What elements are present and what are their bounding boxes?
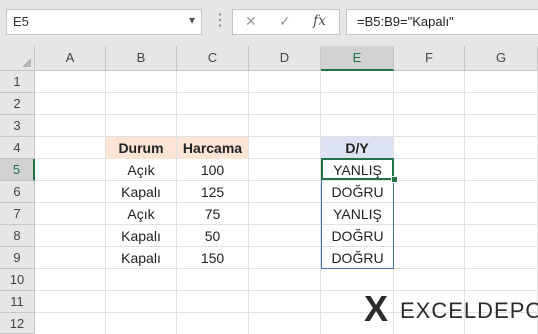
cell-e4-dy-header[interactable]: D/Y <box>321 137 393 159</box>
gridline <box>35 92 538 93</box>
formula-buttons: ✕ ✓ fx <box>232 9 340 35</box>
cell-b7[interactable]: Açık <box>106 203 176 225</box>
row-header-10[interactable]: 10 <box>0 269 35 291</box>
row-header-11[interactable]: 11 <box>0 291 35 313</box>
enter-icon[interactable]: ✓ <box>279 13 291 30</box>
logo-text: EXCELDEPO <box>400 298 538 323</box>
select-all-button[interactable] <box>0 46 35 71</box>
more-options-icon[interactable]: ⋮ <box>212 10 228 30</box>
cell-c4-harcama-header[interactable]: Harcama <box>177 137 248 159</box>
chevron-down-icon[interactable]: ▾ <box>189 13 195 27</box>
cell-c7[interactable]: 75 <box>177 203 248 225</box>
row-header-5[interactable]: 5 <box>0 159 35 181</box>
cell-c6[interactable]: 125 <box>177 181 248 203</box>
column-header-c[interactable]: C <box>177 46 249 71</box>
formula-text: =B5:B9="Kapalı" <box>357 14 454 29</box>
row-header-12[interactable]: 12 <box>0 313 35 334</box>
gridline <box>35 114 538 115</box>
column-header-f[interactable]: F <box>394 46 465 71</box>
cancel-icon[interactable]: ✕ <box>245 13 257 30</box>
row-header-6[interactable]: 6 <box>0 181 35 203</box>
cell-b9[interactable]: Kapalı <box>106 247 176 269</box>
cell-b8[interactable]: Kapalı <box>106 225 176 247</box>
formula-input[interactable]: =B5:B9="Kapalı" <box>346 9 538 35</box>
cell-b5[interactable]: Açık <box>106 159 176 181</box>
cell-c8[interactable]: 50 <box>177 225 248 247</box>
row-header-2[interactable]: 2 <box>0 93 35 115</box>
cell-b6[interactable]: Kapalı <box>106 181 176 203</box>
formula-bar: E5 ▾ ⋮ ✕ ✓ fx =B5:B9="Kapalı" <box>0 0 538 46</box>
cell-e9[interactable]: DOĞRU <box>321 247 394 269</box>
row-header-8[interactable]: 8 <box>0 225 35 247</box>
cell-e8[interactable]: DOĞRU <box>321 225 394 247</box>
column-header-e[interactable]: E <box>321 46 394 71</box>
row-header-3[interactable]: 3 <box>0 115 35 137</box>
name-box-value: E5 <box>13 14 29 29</box>
column-header-g[interactable]: G <box>465 46 538 71</box>
cell-e6[interactable]: DOĞRU <box>321 181 394 203</box>
logo-x-mark: X <box>364 288 389 329</box>
row-header-9[interactable]: 9 <box>0 247 35 269</box>
insert-function-icon[interactable]: fx <box>313 13 326 29</box>
row-header-7[interactable]: 7 <box>0 203 35 225</box>
row-header-4[interactable]: 4 <box>0 137 35 159</box>
fill-handle[interactable] <box>391 176 398 183</box>
active-cell-border <box>321 158 394 180</box>
column-header-a[interactable]: A <box>35 46 106 71</box>
name-box[interactable]: E5 ▾ <box>6 9 202 35</box>
cell-b4-durum-header[interactable]: Durum <box>106 137 176 159</box>
row-header-1[interactable]: 1 <box>0 71 35 93</box>
cell-c5[interactable]: 100 <box>177 159 248 181</box>
exceldepo-logo: X EXCELDEPO <box>364 288 538 329</box>
cell-e7[interactable]: YANLIŞ <box>321 203 394 225</box>
cell-c9[interactable]: 150 <box>177 247 248 269</box>
column-header-d[interactable]: D <box>249 46 321 71</box>
column-header-b[interactable]: B <box>106 46 177 71</box>
